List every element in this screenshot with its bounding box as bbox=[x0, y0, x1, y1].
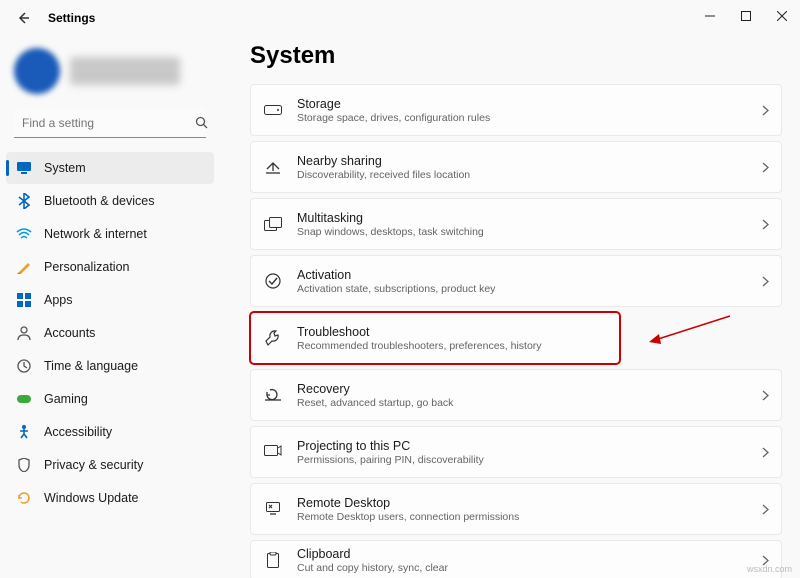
card-title: Recovery bbox=[297, 382, 748, 396]
network-icon bbox=[16, 226, 32, 242]
sidebar: System Bluetooth & devices Network & int… bbox=[0, 36, 220, 578]
sidebar-item-label: Accounts bbox=[44, 326, 95, 340]
card-title: Troubleshoot bbox=[297, 325, 607, 339]
sidebar-item-label: System bbox=[44, 161, 86, 175]
chevron-right-icon bbox=[762, 504, 769, 515]
profile-name bbox=[70, 57, 180, 85]
maximize-button[interactable] bbox=[728, 0, 764, 32]
nearby-sharing-icon bbox=[263, 157, 283, 177]
sidebar-item-accounts[interactable]: Accounts bbox=[6, 317, 214, 349]
chevron-right-icon bbox=[762, 390, 769, 401]
sidebar-item-label: Bluetooth & devices bbox=[44, 194, 155, 208]
sidebar-item-gaming[interactable]: Gaming bbox=[6, 383, 214, 415]
back-button[interactable] bbox=[8, 3, 38, 33]
card-title: Multitasking bbox=[297, 211, 748, 225]
card-title: Remote Desktop bbox=[297, 496, 748, 510]
card-sub: Discoverability, received files location bbox=[297, 169, 748, 181]
sidebar-item-network[interactable]: Network & internet bbox=[6, 218, 214, 250]
card-sub: Reset, advanced startup, go back bbox=[297, 397, 748, 409]
card-title: Nearby sharing bbox=[297, 154, 748, 168]
sidebar-item-personalization[interactable]: Personalization bbox=[6, 251, 214, 283]
sidebar-item-apps[interactable]: Apps bbox=[6, 284, 214, 316]
sidebar-item-label: Windows Update bbox=[44, 491, 139, 505]
settings-list: StorageStorage space, drives, configurat… bbox=[250, 84, 782, 578]
card-recovery[interactable]: RecoveryReset, advanced startup, go back bbox=[250, 369, 782, 421]
sidebar-item-bluetooth[interactable]: Bluetooth & devices bbox=[6, 185, 214, 217]
sidebar-item-label: Apps bbox=[44, 293, 73, 307]
card-nearby-sharing[interactable]: Nearby sharingDiscoverability, received … bbox=[250, 141, 782, 193]
sidebar-item-label: Network & internet bbox=[44, 227, 147, 241]
bluetooth-icon bbox=[16, 193, 32, 209]
card-storage[interactable]: StorageStorage space, drives, configurat… bbox=[250, 84, 782, 136]
main-content: System StorageStorage space, drives, con… bbox=[220, 36, 800, 578]
titlebar: Settings bbox=[0, 0, 800, 36]
search-icon bbox=[185, 116, 218, 129]
update-icon bbox=[16, 490, 32, 506]
card-sub: Storage space, drives, configuration rul… bbox=[297, 112, 748, 124]
time-icon bbox=[16, 358, 32, 374]
card-troubleshoot[interactable]: TroubleshootRecommended troubleshooters,… bbox=[250, 312, 620, 364]
chevron-right-icon bbox=[762, 276, 769, 287]
remote-desktop-icon bbox=[263, 499, 283, 519]
multitasking-icon bbox=[263, 214, 283, 234]
activation-icon bbox=[263, 271, 283, 291]
sidebar-item-label: Gaming bbox=[44, 392, 88, 406]
chevron-right-icon bbox=[762, 219, 769, 230]
gaming-icon bbox=[16, 391, 32, 407]
card-projecting[interactable]: Projecting to this PCPermissions, pairin… bbox=[250, 426, 782, 478]
sidebar-item-accessibility[interactable]: Accessibility bbox=[6, 416, 214, 448]
card-clipboard[interactable]: ClipboardCut and copy history, sync, cle… bbox=[250, 540, 782, 578]
card-sub: Recommended troubleshooters, preferences… bbox=[297, 340, 607, 352]
close-button[interactable] bbox=[764, 0, 800, 32]
avatar bbox=[14, 48, 60, 94]
card-sub: Cut and copy history, sync, clear bbox=[297, 562, 748, 574]
recovery-icon bbox=[263, 385, 283, 405]
chevron-right-icon bbox=[762, 105, 769, 116]
accessibility-icon bbox=[16, 424, 32, 440]
troubleshoot-icon bbox=[263, 328, 283, 348]
card-sub: Permissions, pairing PIN, discoverabilit… bbox=[297, 454, 748, 466]
search-box[interactable] bbox=[14, 108, 206, 138]
clipboard-icon bbox=[263, 550, 283, 570]
page-title: System bbox=[250, 42, 782, 70]
search-input[interactable] bbox=[14, 116, 185, 130]
window-title: Settings bbox=[48, 11, 95, 25]
card-title: Activation bbox=[297, 268, 748, 282]
card-sub: Activation state, subscriptions, product… bbox=[297, 283, 748, 295]
nav-list: System Bluetooth & devices Network & int… bbox=[6, 152, 214, 514]
personalization-icon bbox=[16, 259, 32, 275]
card-multitasking[interactable]: MultitaskingSnap windows, desktops, task… bbox=[250, 198, 782, 250]
sidebar-item-system[interactable]: System bbox=[6, 152, 214, 184]
card-title: Clipboard bbox=[297, 547, 748, 561]
sidebar-item-label: Personalization bbox=[44, 260, 129, 274]
minimize-button[interactable] bbox=[692, 0, 728, 32]
window-controls bbox=[692, 0, 800, 32]
card-title: Storage bbox=[297, 97, 748, 111]
sidebar-item-privacy[interactable]: Privacy & security bbox=[6, 449, 214, 481]
chevron-right-icon bbox=[762, 447, 769, 458]
card-remote-desktop[interactable]: Remote DesktopRemote Desktop users, conn… bbox=[250, 483, 782, 535]
card-activation[interactable]: ActivationActivation state, subscription… bbox=[250, 255, 782, 307]
profile-section[interactable] bbox=[6, 42, 214, 108]
storage-icon bbox=[263, 100, 283, 120]
card-sub: Remote Desktop users, connection permiss… bbox=[297, 511, 748, 523]
accounts-icon bbox=[16, 325, 32, 341]
sidebar-item-label: Time & language bbox=[44, 359, 138, 373]
sidebar-item-label: Accessibility bbox=[44, 425, 112, 439]
card-title: Projecting to this PC bbox=[297, 439, 748, 453]
chevron-right-icon bbox=[762, 162, 769, 173]
projecting-icon bbox=[263, 442, 283, 462]
apps-icon bbox=[16, 292, 32, 308]
sidebar-item-time[interactable]: Time & language bbox=[6, 350, 214, 382]
sidebar-item-label: Privacy & security bbox=[44, 458, 143, 472]
privacy-icon bbox=[16, 457, 32, 473]
watermark: wsxdn.com bbox=[747, 564, 792, 574]
system-icon bbox=[16, 160, 32, 176]
card-sub: Snap windows, desktops, task switching bbox=[297, 226, 748, 238]
sidebar-item-update[interactable]: Windows Update bbox=[6, 482, 214, 514]
